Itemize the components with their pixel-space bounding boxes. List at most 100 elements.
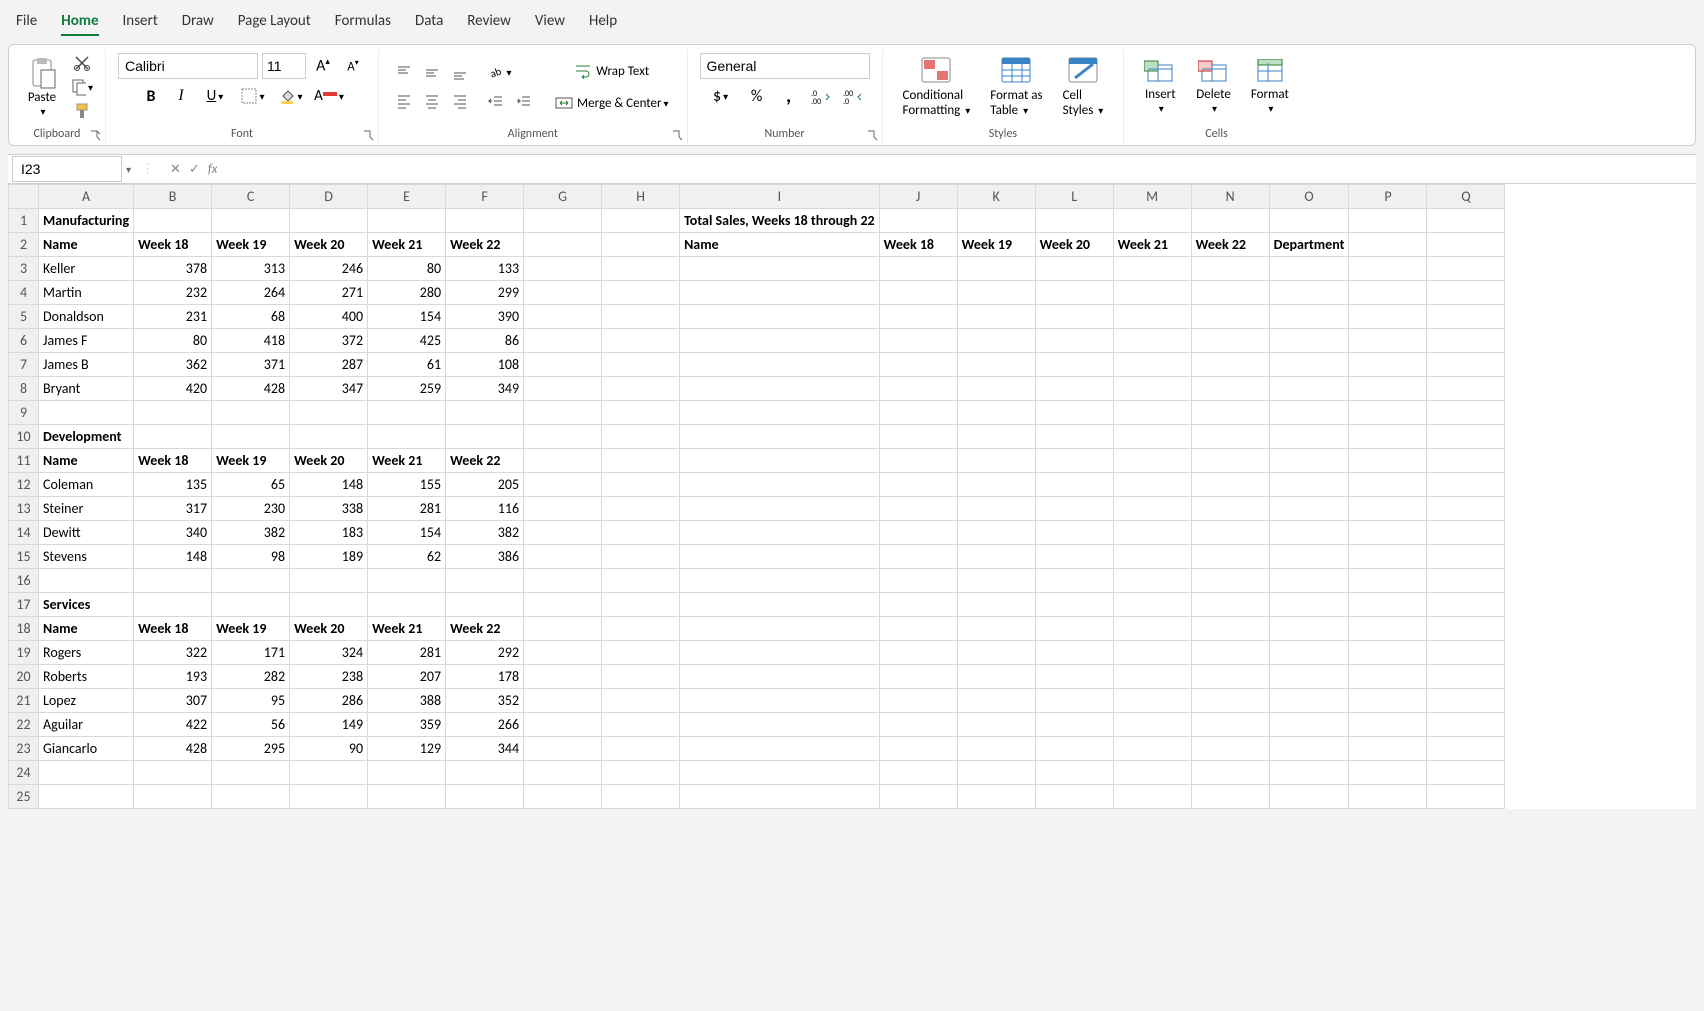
fill-color-button[interactable]: ▾ [274,83,308,109]
cell-C21[interactable]: 95 [212,689,290,713]
cell-D12[interactable]: 148 [290,473,368,497]
cell-O21[interactable] [1269,689,1349,713]
cell-K21[interactable] [957,689,1035,713]
cell-A19[interactable]: Rogers [39,641,134,665]
cell-A5[interactable]: Donaldson [39,305,134,329]
cell-H24[interactable] [602,761,680,785]
cell-J15[interactable] [879,545,957,569]
cell-N17[interactable] [1191,593,1269,617]
wrap-text-button[interactable]: Wrap Text [549,58,675,84]
cell-H22[interactable] [602,713,680,737]
cell-E7[interactable]: 61 [368,353,446,377]
cell-O15[interactable] [1269,545,1349,569]
cell-N25[interactable] [1191,785,1269,809]
cell-I11[interactable] [680,449,880,473]
align-center-button[interactable] [419,88,445,114]
col-header-H[interactable]: H [602,185,680,209]
cell-J22[interactable] [879,713,957,737]
cell-K19[interactable] [957,641,1035,665]
cell-M13[interactable] [1113,497,1191,521]
cell-P3[interactable] [1349,257,1427,281]
row-header-16[interactable]: 16 [9,569,39,593]
select-all-corner[interactable] [9,185,39,209]
col-header-L[interactable]: L [1035,185,1113,209]
cell-F19[interactable]: 292 [446,641,524,665]
cell-D5[interactable]: 400 [290,305,368,329]
format-as-table-button[interactable]: Format asTable ▾ [982,54,1050,120]
cell-H7[interactable] [602,353,680,377]
merge-center-button[interactable]: Merge & Center ▾ [549,90,675,116]
cell-C4[interactable]: 264 [212,281,290,305]
cell-K6[interactable] [957,329,1035,353]
bold-button[interactable]: B [138,83,164,109]
cell-F5[interactable]: 390 [446,305,524,329]
cell-I21[interactable] [680,689,880,713]
cell-K13[interactable] [957,497,1035,521]
cell-G18[interactable] [524,617,602,641]
cell-J9[interactable] [879,401,957,425]
dialog-launcher-number[interactable] [866,129,878,141]
delete-cells-button[interactable]: Delete▾ [1188,57,1239,117]
cell-N10[interactable] [1191,425,1269,449]
cell-A1[interactable]: Manufacturing [39,209,134,233]
cell-O14[interactable] [1269,521,1349,545]
cell-M2[interactable]: Week 21 [1113,233,1191,257]
cell-Q11[interactable] [1427,449,1505,473]
cell-Q5[interactable] [1427,305,1505,329]
cell-A13[interactable]: Steiner [39,497,134,521]
col-header-J[interactable]: J [879,185,957,209]
cell-Q4[interactable] [1427,281,1505,305]
cell-I23[interactable] [680,737,880,761]
cell-B13[interactable]: 317 [134,497,212,521]
cell-M8[interactable] [1113,377,1191,401]
cell-K12[interactable] [957,473,1035,497]
cell-F25[interactable] [446,785,524,809]
increase-decimal-button[interactable]: .0.00 [808,83,834,109]
cell-Q2[interactable] [1427,233,1505,257]
cell-L20[interactable] [1035,665,1113,689]
cell-P13[interactable] [1349,497,1427,521]
cell-C18[interactable]: Week 19 [212,617,290,641]
cell-K15[interactable] [957,545,1035,569]
cell-P23[interactable] [1349,737,1427,761]
cell-J12[interactable] [879,473,957,497]
cell-J2[interactable]: Week 18 [879,233,957,257]
cell-D22[interactable]: 149 [290,713,368,737]
cell-L16[interactable] [1035,569,1113,593]
cell-L23[interactable] [1035,737,1113,761]
cell-N3[interactable] [1191,257,1269,281]
cell-M14[interactable] [1113,521,1191,545]
cell-M16[interactable] [1113,569,1191,593]
cell-P10[interactable] [1349,425,1427,449]
spreadsheet-grid[interactable]: ABCDEFGHIJKLMNOPQ 1ManufacturingTotal Sa… [8,184,1696,809]
cell-C17[interactable] [212,593,290,617]
decrease-decimal-button[interactable]: .00.0 [840,83,866,109]
row-header-13[interactable]: 13 [9,497,39,521]
cell-M19[interactable] [1113,641,1191,665]
cell-I5[interactable] [680,305,880,329]
cell-G8[interactable] [524,377,602,401]
cell-H16[interactable] [602,569,680,593]
row-header-23[interactable]: 23 [9,737,39,761]
cell-D23[interactable]: 90 [290,737,368,761]
dialog-launcher-alignment[interactable] [671,129,683,141]
cell-K2[interactable]: Week 19 [957,233,1035,257]
format-painter-button[interactable] [71,101,93,121]
cell-L11[interactable] [1035,449,1113,473]
cell-G20[interactable] [524,665,602,689]
cell-A3[interactable]: Keller [39,257,134,281]
align-middle-button[interactable] [419,60,445,86]
menu-insert[interactable]: Insert [123,8,158,36]
cell-B25[interactable] [134,785,212,809]
cell-Q19[interactable] [1427,641,1505,665]
cell-G17[interactable] [524,593,602,617]
cell-D25[interactable] [290,785,368,809]
cell-B12[interactable]: 135 [134,473,212,497]
decrease-indent-button[interactable] [483,89,509,115]
cell-D21[interactable]: 286 [290,689,368,713]
cell-C13[interactable]: 230 [212,497,290,521]
cell-L25[interactable] [1035,785,1113,809]
cell-M17[interactable] [1113,593,1191,617]
cell-F21[interactable]: 352 [446,689,524,713]
cell-C14[interactable]: 382 [212,521,290,545]
